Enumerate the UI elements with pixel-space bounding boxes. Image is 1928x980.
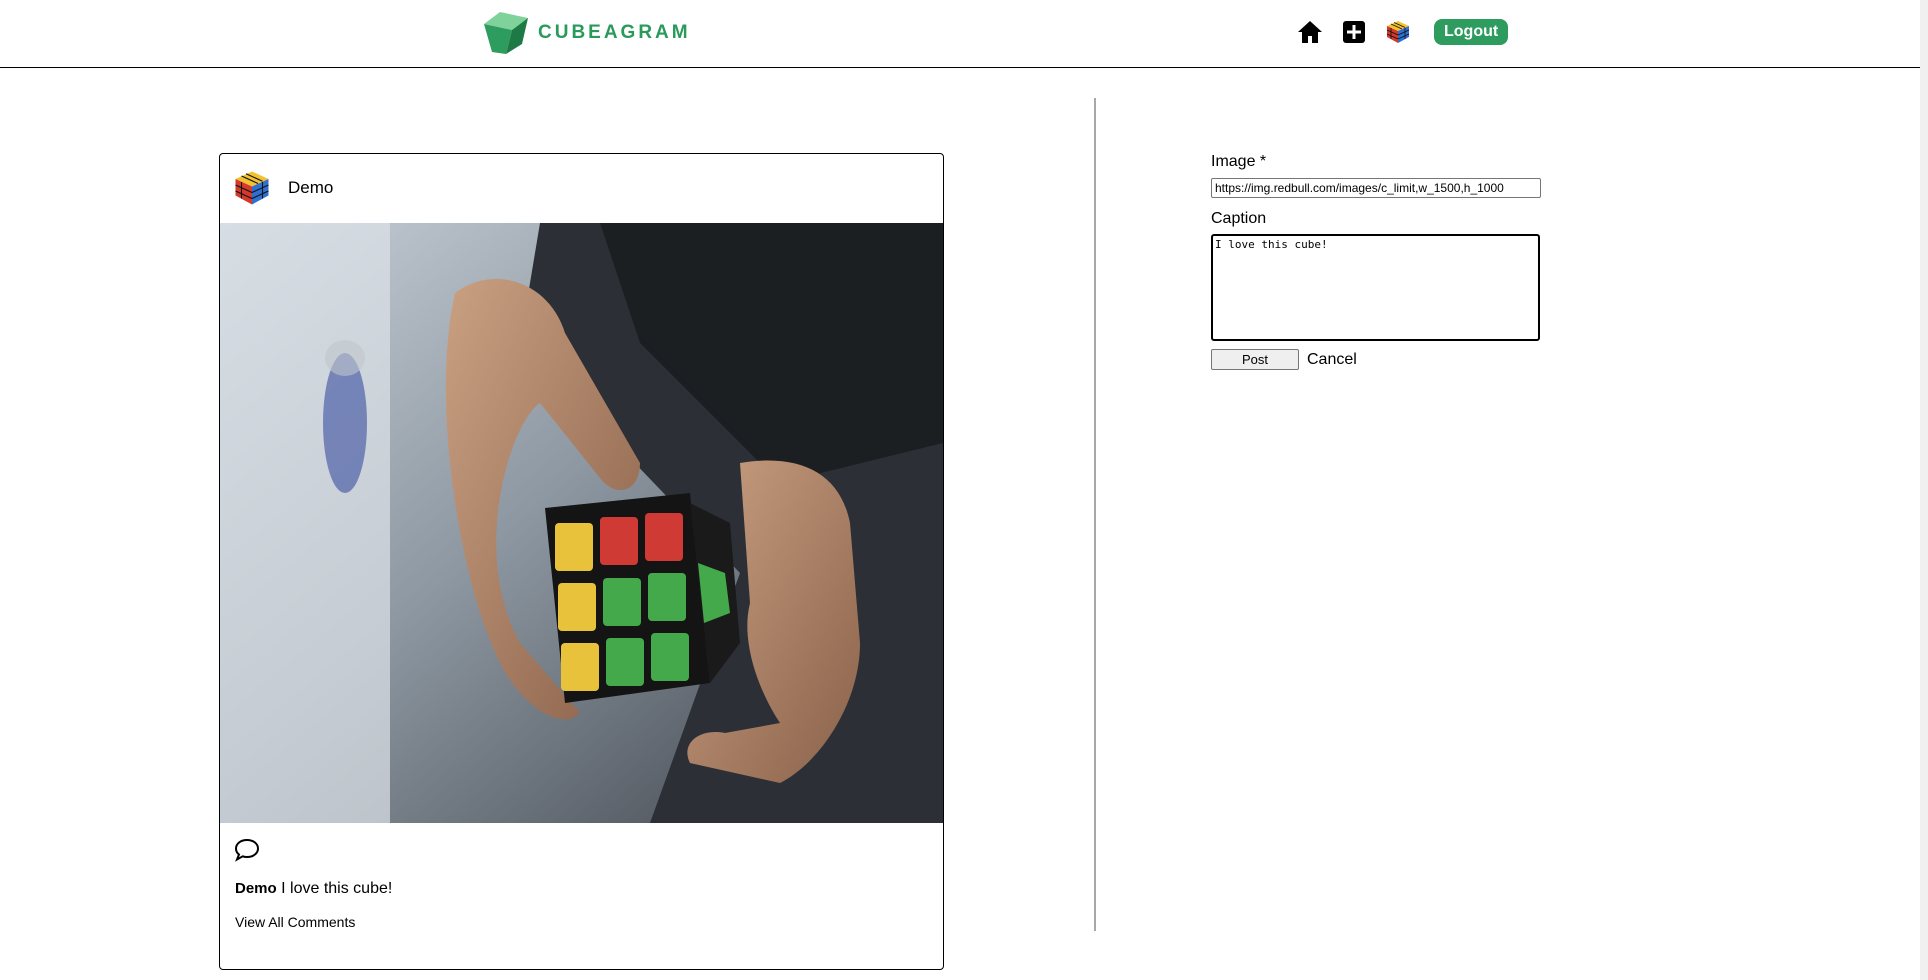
post-username[interactable]: Demo (288, 178, 333, 198)
vertical-divider (1094, 98, 1096, 931)
logo-text: CUBEAGRAM (538, 22, 691, 43)
plus-square-icon (1343, 21, 1365, 43)
caption-text: I love this cube! (281, 880, 393, 897)
cancel-button[interactable]: Cancel (1307, 351, 1357, 369)
caption-label: Caption (1211, 210, 1267, 227)
form-actions: Post Cancel (1211, 349, 1541, 370)
rubiks-cube-avatar[interactable] (234, 170, 270, 206)
nav-home[interactable] (1296, 18, 1324, 46)
caption-username[interactable]: Demo (235, 880, 277, 897)
logout-button[interactable]: Logout (1434, 19, 1509, 45)
top-navbar: CUBEAGRAM Logout (0, 0, 1920, 68)
cube-logo-icon (484, 12, 528, 54)
caption-textarea[interactable]: I love this cube! (1211, 234, 1540, 341)
post-button[interactable]: Post (1211, 349, 1299, 370)
post-image (220, 223, 943, 823)
nav-new-post[interactable] (1340, 18, 1368, 46)
nav-bar: Logout (1296, 18, 1509, 46)
image-url-input[interactable] (1211, 178, 1541, 198)
nav-profile[interactable] (1384, 18, 1412, 46)
logo[interactable]: CUBEAGRAM (482, 10, 691, 56)
post-preview-card: Demo Demo I love this cube! View All Com… (219, 153, 944, 970)
home-icon (1298, 21, 1322, 43)
new-post-form: Image * Caption I love this cube! Post C… (1211, 153, 1541, 370)
page-scrollbar[interactable] (1920, 0, 1928, 980)
rubiks-cube-avatar (1386, 21, 1410, 43)
view-all-comments-link[interactable]: View All Comments (235, 914, 355, 930)
comment-icon[interactable] (234, 838, 260, 862)
post-caption: Demo I love this cube! (235, 880, 392, 898)
post-header: Demo (234, 170, 333, 206)
image-label: Image * (1211, 153, 1267, 170)
